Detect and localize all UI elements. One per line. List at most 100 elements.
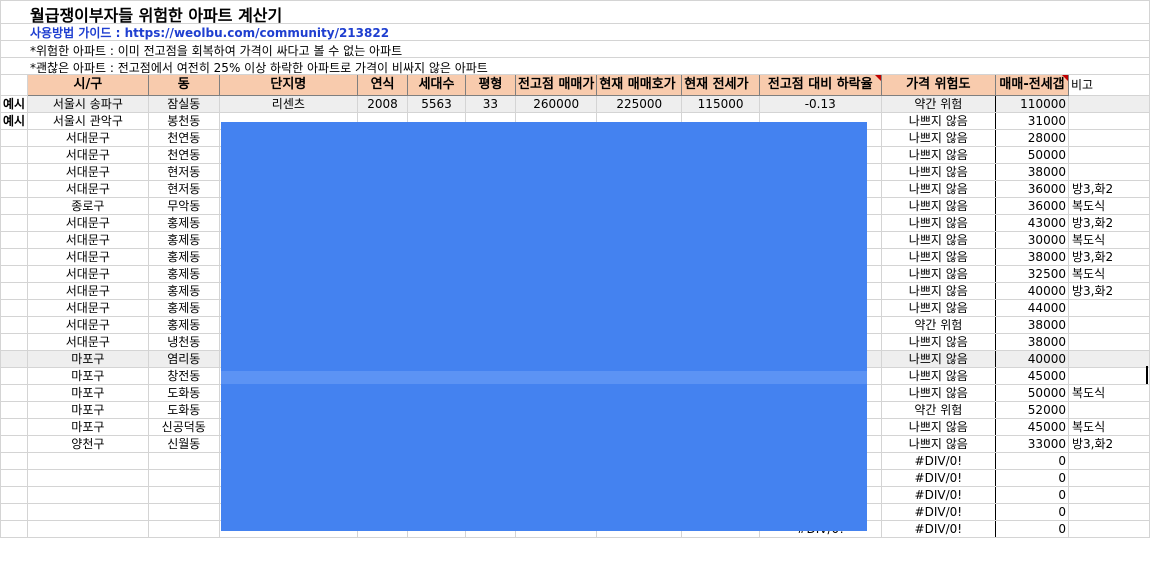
header-note[interactable]: 비고 (1067, 74, 1150, 96)
cell-gap[interactable]: 38000 (995, 248, 1069, 266)
row-label-cell[interactable] (0, 146, 29, 164)
cell-gu[interactable]: 서대문구 (27, 214, 149, 232)
row-label-cell[interactable] (0, 452, 29, 470)
row-label-cell[interactable] (0, 282, 29, 300)
header-dong[interactable]: 동 (147, 74, 220, 96)
cell-gu[interactable]: 마포구 (27, 384, 149, 402)
cell-note[interactable]: 복도식 (1067, 197, 1150, 215)
row-label-cell[interactable] (0, 214, 29, 232)
cell-gu[interactable]: 양천구 (27, 435, 149, 453)
cell-gap[interactable]: 28000 (995, 129, 1069, 147)
cell-gu[interactable] (27, 469, 149, 487)
cell-dong[interactable]: 홍제동 (147, 282, 220, 300)
cell-risk-level[interactable]: #DIV/0! (880, 452, 997, 470)
cell-gu[interactable]: 서대문구 (27, 146, 149, 164)
cell-gu[interactable] (27, 520, 149, 538)
cell-dong[interactable]: 도화동 (147, 384, 220, 402)
cell-gap[interactable]: 31000 (995, 112, 1069, 130)
row-label-cell[interactable] (0, 486, 29, 504)
cell-risk-level[interactable]: 나쁘지 않음 (880, 367, 997, 385)
cell-gu[interactable]: 서대문구 (27, 129, 149, 147)
cell-risk-level[interactable]: 나쁘지 않음 (880, 129, 997, 147)
header-risk-level[interactable]: 가격 위험도 (880, 74, 997, 96)
cell-dong[interactable]: 홍제동 (147, 214, 220, 232)
cell-gu[interactable]: 서대문구 (27, 316, 149, 334)
cell-dong[interactable]: 홍제동 (147, 231, 220, 249)
row-label-cell[interactable]: 예시 (0, 112, 29, 130)
cell-gap[interactable]: 40000 (995, 350, 1069, 368)
cell-gap[interactable]: 45000 (995, 418, 1069, 436)
cell-gap[interactable]: 50000 (995, 384, 1069, 402)
row-label-cell[interactable] (0, 231, 29, 249)
cell-note[interactable] (1067, 401, 1150, 419)
row-label-cell[interactable]: 예시 (0, 95, 29, 113)
row-label-cell[interactable] (0, 163, 29, 181)
header-blank-cell[interactable] (0, 74, 29, 96)
cell-note[interactable]: 복도식 (1067, 231, 1150, 249)
cell-note[interactable]: 방3,화2 (1067, 180, 1150, 198)
cell-dong[interactable]: 신공덕동 (147, 418, 220, 436)
cell-gu[interactable]: 서대문구 (27, 180, 149, 198)
row-label-cell[interactable] (0, 418, 29, 436)
cell-note[interactable]: 복도식 (1067, 418, 1150, 436)
cell-gu[interactable]: 마포구 (27, 401, 149, 419)
cell-risk-level[interactable]: 나쁘지 않음 (880, 418, 997, 436)
cell-risk-level[interactable]: 나쁘지 않음 (880, 231, 997, 249)
cell-risk-level[interactable]: 나쁘지 않음 (880, 350, 997, 368)
row-label-cell[interactable] (0, 265, 29, 283)
cell-households[interactable]: 5563 (407, 95, 466, 113)
cell-risk-level[interactable]: 나쁘지 않음 (880, 299, 997, 317)
header-current-price[interactable]: 현재 매매호가 (596, 74, 683, 96)
row-label-cell[interactable] (0, 248, 29, 266)
cell-dong[interactable]: 현저동 (147, 163, 220, 181)
cell-dong[interactable]: 홍제동 (147, 316, 220, 334)
cell-risk-level[interactable]: 나쁘지 않음 (880, 214, 997, 232)
cell-note[interactable] (1067, 163, 1150, 181)
cell-gu[interactable] (27, 503, 149, 521)
row-label-cell[interactable] (0, 180, 29, 198)
cell-peak-price[interactable]: 260000 (515, 95, 598, 113)
cell-gap[interactable]: 38000 (995, 316, 1069, 334)
cell-gap[interactable]: 50000 (995, 146, 1069, 164)
cell-note[interactable]: 방3,화2 (1067, 214, 1150, 232)
cell-gap[interactable]: 40000 (995, 282, 1069, 300)
cell-size[interactable]: 33 (464, 95, 517, 113)
cell-note[interactable] (1067, 316, 1150, 334)
cell-gu[interactable]: 마포구 (27, 418, 149, 436)
cell-risk-level[interactable]: 약간 위험 (880, 316, 997, 334)
cell-dong[interactable]: 홍제동 (147, 248, 220, 266)
cell-risk-level[interactable]: #DIV/0! (880, 469, 997, 487)
cell-note[interactable] (1067, 146, 1150, 164)
cell-jeonse-price[interactable]: 115000 (681, 95, 760, 113)
cell-gap[interactable]: 33000 (995, 435, 1069, 453)
cell-gu[interactable]: 서대문구 (27, 282, 149, 300)
cell-dong[interactable]: 현저동 (147, 180, 220, 198)
header-jeonse-price[interactable]: 현재 전세가 (681, 74, 760, 96)
cell-dong[interactable] (147, 469, 220, 487)
cell-note[interactable] (1067, 350, 1150, 368)
cell-gu[interactable]: 마포구 (27, 367, 149, 385)
header-size[interactable]: 평형 (464, 74, 517, 96)
cell-dong[interactable]: 냉천동 (147, 333, 220, 351)
cell-note[interactable] (1067, 299, 1150, 317)
cell-gap[interactable]: 43000 (995, 214, 1069, 232)
cell-risk-level[interactable]: 나쁘지 않음 (880, 265, 997, 283)
cell-note[interactable] (1067, 129, 1150, 147)
cell-risk-level[interactable]: 나쁘지 않음 (880, 197, 997, 215)
cell-dong[interactable]: 천연동 (147, 146, 220, 164)
cell-risk-level[interactable]: #DIV/0! (880, 486, 997, 504)
header-complex-name[interactable]: 단지명 (218, 74, 358, 96)
cell-dong[interactable]: 도화동 (147, 401, 220, 419)
cell-gap[interactable]: 38000 (995, 333, 1069, 351)
cell-risk-level[interactable]: 나쁘지 않음 (880, 435, 997, 453)
cell-gu[interactable]: 서울시 송파구 (27, 95, 149, 113)
cell-note[interactable] (1067, 112, 1150, 130)
cell-gu[interactable]: 마포구 (27, 350, 149, 368)
cell-risk-level[interactable]: 나쁘지 않음 (880, 384, 997, 402)
cell-gap[interactable]: 110000 (995, 95, 1069, 113)
cell-gu[interactable]: 서대문구 (27, 163, 149, 181)
cell-note[interactable] (1067, 486, 1150, 504)
cell-note[interactable]: 방3,화2 (1067, 248, 1150, 266)
cell-gap[interactable]: 0 (995, 503, 1069, 521)
cell-dong[interactable] (147, 452, 220, 470)
